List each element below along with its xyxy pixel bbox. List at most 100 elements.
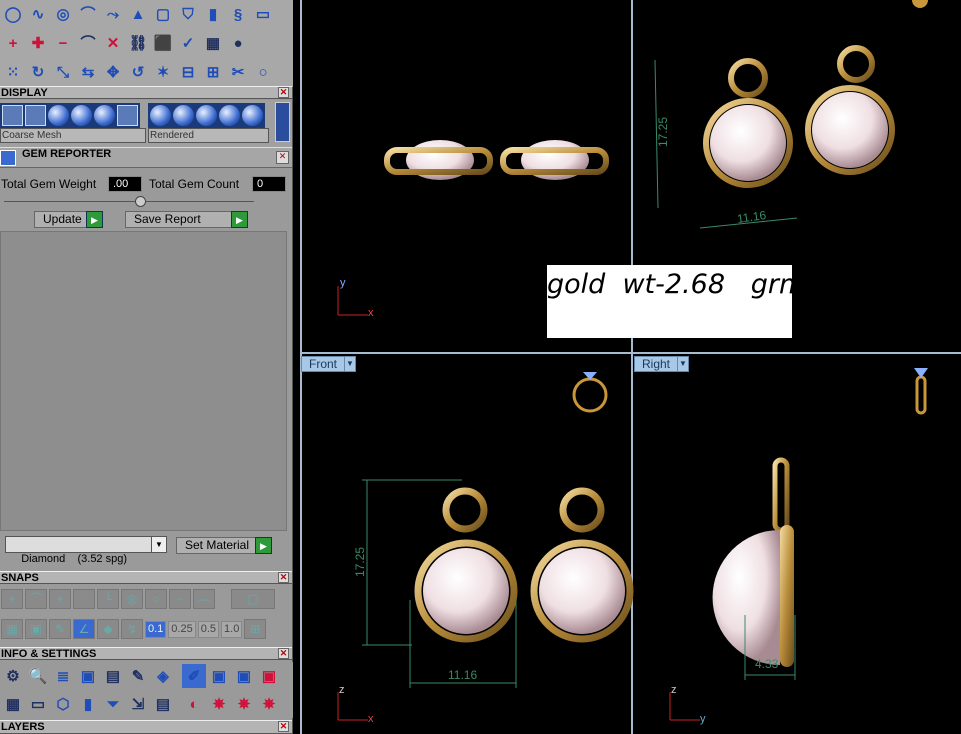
viewport-tab-right[interactable]: Right ▼ [634, 356, 689, 372]
shaded-sphere-icon[interactable] [48, 105, 69, 126]
cone-tool-icon[interactable]: ▲ [126, 3, 150, 27]
shield-tool-icon[interactable]: ⛉ [176, 3, 200, 27]
snap-circle-icon[interactable]: ○ [145, 589, 167, 609]
snap-value-0[interactable]: 0.1 [145, 620, 167, 638]
close-icon[interactable]: ✕ [276, 151, 289, 164]
cube3d-icon[interactable]: ⬡ [51, 692, 75, 716]
metal-sphere-icon[interactable] [219, 105, 240, 126]
cube-icon[interactable]: ▣ [76, 664, 100, 688]
twist-icon[interactable]: ↺ [126, 61, 150, 85]
rotate-icon[interactable]: ↻ [26, 61, 50, 85]
material-select[interactable]: Diamond (3.52 spg) ▼ [5, 536, 167, 565]
delete-point-icon[interactable]: − [51, 32, 75, 56]
snap-value-3[interactable]: 1.0 [221, 620, 243, 638]
close-icon[interactable]: ✕ [278, 648, 289, 659]
snap-grid2-icon[interactable]: ▦ [1, 619, 23, 639]
layers-icon[interactable]: ≣ [51, 664, 75, 688]
cylinder-tool-icon[interactable]: ▮ [201, 3, 225, 27]
mirror-icon[interactable]: ⇆ [76, 61, 100, 85]
snap-value-2[interactable]: 0.5 [197, 620, 220, 638]
add-curve-point-icon[interactable]: ✚ [26, 32, 50, 56]
close-icon[interactable]: ✕ [278, 721, 289, 732]
link-icon[interactable]: ⊟ [176, 61, 200, 85]
env-sphere-icon[interactable] [94, 105, 115, 126]
snap-box-icon[interactable]: ▢ [231, 589, 275, 609]
render-select[interactable]: Rendered [148, 128, 269, 143]
close-icon[interactable]: ✕ [278, 87, 289, 98]
add-point-icon[interactable]: + [1, 32, 25, 56]
snap-cross-icon[interactable]: + [49, 589, 71, 609]
snap-diamond-icon[interactable]: ◆ [97, 619, 119, 639]
explode-view-icon[interactable]: ✵ [207, 692, 231, 716]
edit-icon[interactable]: ✎ [126, 664, 150, 688]
loop-icon[interactable]: ○ [251, 61, 275, 85]
mesh-select[interactable]: Coarse Mesh [0, 128, 146, 143]
shaded-grid-icon[interactable] [25, 105, 46, 126]
snap-curve-icon[interactable]: ⌒ [25, 589, 47, 609]
divider-handle-icon[interactable] [135, 196, 146, 207]
pen-icon[interactable]: ✐ [182, 664, 206, 688]
snap-angle-icon[interactable]: ∠ [73, 619, 95, 639]
gem-list-area[interactable] [0, 231, 287, 531]
loft-tool-icon[interactable]: ⌒ [76, 3, 100, 27]
snap-grid-toggle-icon[interactable]: ⊞ [244, 619, 267, 639]
close-icon[interactable]: ✕ [278, 572, 289, 583]
scatter-icon[interactable]: ⁙ [1, 61, 25, 85]
glass-sphere-icon[interactable] [242, 105, 263, 126]
frame-delete-icon[interactable]: ▣ [257, 664, 281, 688]
scale-icon[interactable]: ⤡ [51, 61, 75, 85]
explode-icon[interactable]: ✶ [151, 61, 175, 85]
search-icon[interactable]: 🔍 [26, 664, 50, 688]
snap-line-icon[interactable]: — [193, 589, 215, 609]
frame-tool-icon[interactable]: ▢ [151, 3, 175, 27]
frame-select-icon[interactable]: ▣ [207, 664, 231, 688]
display-side-button[interactable] [275, 102, 290, 142]
cut-icon[interactable]: ✂ [226, 61, 250, 85]
viewport-tab-front[interactable]: Front ▼ [301, 356, 356, 372]
bail-tool-icon[interactable]: § [226, 3, 250, 27]
snap-grid-icon[interactable]: + [1, 589, 23, 609]
update-button[interactable]: Update ▶ [34, 211, 103, 228]
document-icon[interactable]: ▤ [101, 664, 125, 688]
monitor-icon[interactable]: ▭ [26, 692, 50, 716]
blue-sphere-icon[interactable] [173, 105, 194, 126]
arc-icon[interactable]: ⌒ [76, 32, 100, 56]
snap-mid-icon[interactable]: − [169, 589, 191, 609]
render-icon[interactable]: ◐ [182, 692, 206, 716]
frame-select2-icon[interactable]: ▣ [232, 664, 256, 688]
snap-center-icon[interactable]: ◎ [121, 589, 143, 609]
snap-corner-icon[interactable]: └ [97, 589, 119, 609]
set-material-button[interactable]: Set Material ▶ [176, 537, 272, 554]
gold-sphere-icon[interactable] [150, 105, 171, 126]
snap-point-icon[interactable]: · [73, 589, 95, 609]
grid-view-icon[interactable]: ▦ [1, 692, 25, 716]
pearl-icon[interactable]: ● [226, 32, 250, 56]
smooth-sphere-icon[interactable] [71, 105, 92, 126]
snap-cube-icon[interactable]: ▣ [25, 619, 47, 639]
snap-magnet-icon[interactable]: ↯ [121, 619, 143, 639]
chain-icon[interactable]: ⛓ [126, 32, 150, 56]
curve-tool-icon[interactable]: ∿ [26, 3, 50, 27]
move-icon[interactable]: ✥ [101, 61, 125, 85]
animate-icon[interactable]: ✵ [232, 692, 256, 716]
save-report-button[interactable]: Save Report ▶ [125, 211, 248, 228]
report-icon[interactable]: ▤ [151, 692, 175, 716]
layout-icon[interactable] [117, 105, 138, 126]
trim-icon[interactable]: ✕ [101, 32, 125, 56]
circle-tool-icon[interactable]: ◯ [1, 3, 25, 27]
pose-icon[interactable]: ✵ [257, 692, 281, 716]
snap-pencil-icon[interactable]: ✎ [49, 619, 71, 639]
panel-toggle-icon[interactable]: ▭ [251, 3, 275, 27]
dark-sphere-icon[interactable] [196, 105, 217, 126]
box-icon[interactable]: ◈ [151, 664, 175, 688]
check-icon[interactable]: ✓ [176, 32, 200, 56]
bookmark-icon[interactable]: ▮ [76, 692, 100, 716]
ring-tool-icon[interactable]: ◎ [51, 3, 75, 27]
wireframe-icon[interactable] [2, 105, 23, 126]
boolean-icon[interactable]: ⬛ [151, 32, 175, 56]
split-icon[interactable]: ⊞ [201, 61, 225, 85]
sweep-tool-icon[interactable]: ⤳ [101, 3, 125, 27]
settings-icon[interactable]: ⚙ [1, 664, 25, 688]
filter-icon[interactable]: ⏷ [101, 692, 125, 716]
select-icon[interactable]: ⇲ [126, 692, 150, 716]
